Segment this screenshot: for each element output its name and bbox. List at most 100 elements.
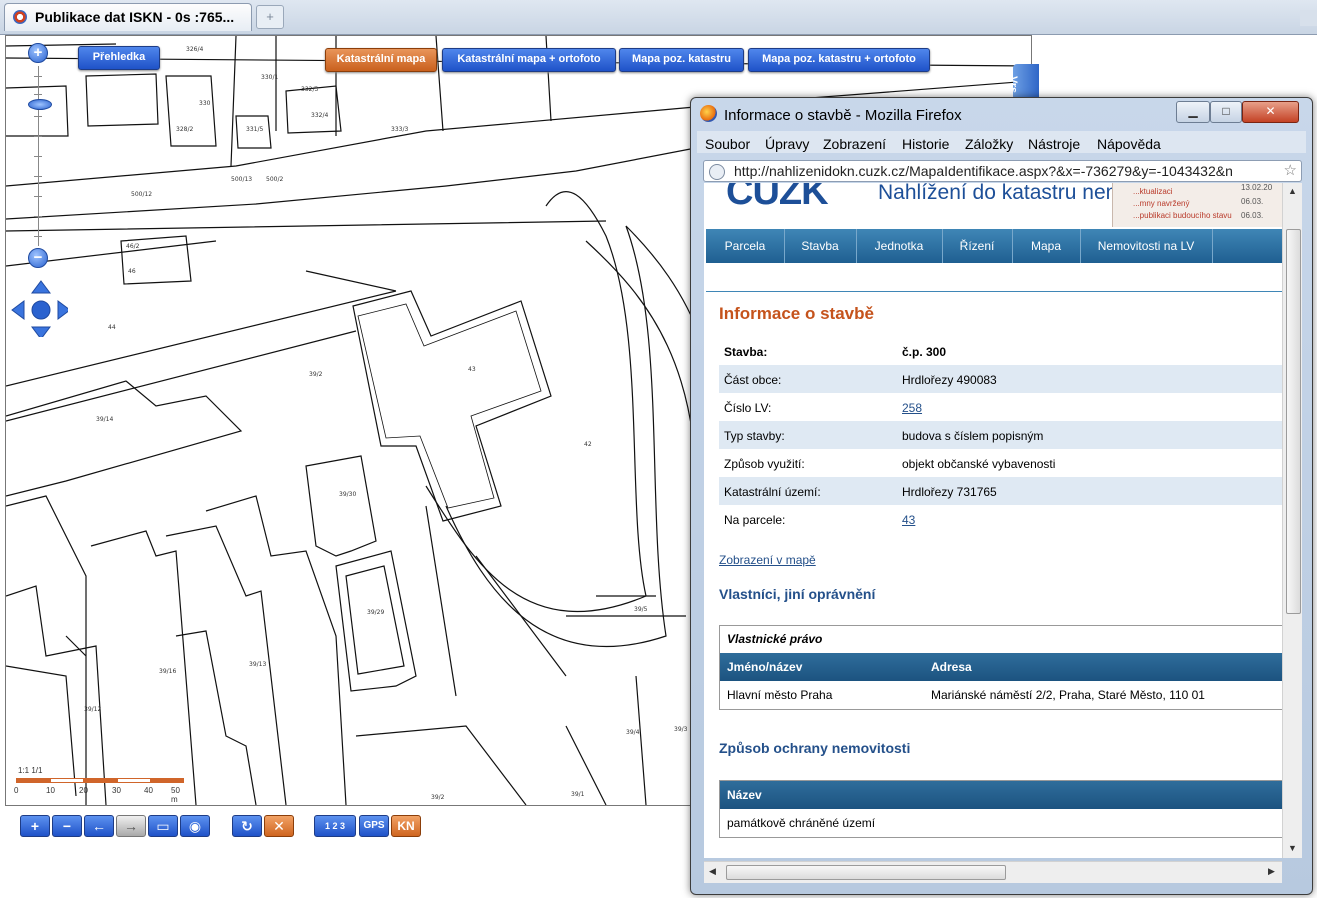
news-item[interactable]: ...publikaci budoucího stavu — [1133, 211, 1232, 220]
nav-rizeni[interactable]: Řízení — [942, 229, 1013, 263]
column-header: Adresa — [931, 660, 972, 674]
full-extent-button[interactable]: ▭ — [148, 815, 178, 837]
cadastral-map-ortho-button[interactable]: Katastrální mapa + ortofoto — [442, 48, 616, 72]
news-item[interactable]: ...mny navržený — [1133, 199, 1189, 208]
parcel-label: 43 — [468, 366, 476, 373]
table-row: Typ stavby: budova s číslem popisným — [719, 421, 1282, 449]
parcel-label: 39/4 — [626, 729, 640, 736]
gps-button[interactable]: GPS — [359, 815, 389, 837]
menu-tools[interactable]: Nástroje — [1028, 136, 1080, 152]
kn-button[interactable]: KN — [391, 815, 421, 837]
nav-mapa[interactable]: Mapa — [1012, 229, 1081, 263]
parcel-label: 500/13 — [231, 176, 253, 183]
parcel-label: 328/2 — [176, 126, 194, 133]
menu-file[interactable]: Soubor — [705, 136, 750, 152]
news-item[interactable]: ...ktualizaci — [1133, 187, 1173, 196]
column-header: Název — [727, 788, 762, 802]
close-button[interactable]: ✕ — [1242, 101, 1299, 123]
back-arrow-button[interactable]: ← — [84, 815, 114, 837]
nav-stavba[interactable]: Stavba — [784, 229, 857, 263]
cadastral-map-button[interactable]: Katastrální mapa — [325, 48, 437, 72]
zoom-slider-handle[interactable] — [28, 99, 52, 110]
menu-bookmarks[interactable]: Záložky — [965, 136, 1013, 152]
owner-name: Hlavní město Praha — [727, 688, 833, 702]
browser-tab[interactable]: Publikace dat ISKN - 0s :765... — [4, 3, 252, 31]
parcel-label: 330 — [199, 100, 211, 107]
info-button[interactable]: ◉ — [180, 815, 210, 837]
zoom-in-button[interactable]: + — [28, 43, 48, 63]
table-row: Na parcele: 43 — [719, 505, 1282, 533]
cuzk-logo[interactable]: ČÚZK — [726, 183, 829, 214]
nav-nemovitosti-na-lv[interactable]: Nemovitosti na LV — [1080, 229, 1213, 263]
parcel-label: 500/12 — [131, 191, 153, 198]
table-row: Katastrální území: Hrdlořezy 731765 — [719, 477, 1282, 505]
detail-value: objekt občanské vybavenosti — [902, 457, 1056, 471]
lv-number-link[interactable]: 258 — [902, 401, 922, 415]
parcel-link[interactable]: 43 — [902, 513, 915, 527]
minimize-button[interactable]: ▁ — [1176, 101, 1210, 123]
overview-button[interactable]: Přehledka — [78, 46, 160, 70]
news-date: 06.03. — [1241, 197, 1264, 206]
parcel-label: 39/30 — [339, 491, 357, 498]
scroll-left-icon[interactable]: ◀ — [709, 866, 716, 877]
scale-tick-label: 50 m — [171, 786, 180, 804]
map-toolbar: + − ← → ▭ ◉ ↻ ✕ 1 2 3 GPS KN — [18, 815, 428, 837]
detail-label: Katastrální území: — [724, 485, 821, 499]
scale-tick-label: 0 — [14, 786, 19, 795]
url-text[interactable]: http://nahlizenidokn.cuzk.cz/MapaIdentif… — [734, 163, 1274, 179]
land-register-map-ortho-button[interactable]: Mapa poz. katastru + ortofoto — [748, 48, 930, 72]
pan-left-icon — [11, 300, 25, 320]
parcel-label: 500/2 — [266, 176, 284, 183]
menu-help[interactable]: Nápověda — [1097, 136, 1161, 152]
site-identity-icon[interactable] — [709, 164, 725, 180]
zoom-out-button[interactable]: − — [28, 248, 48, 268]
menu-view[interactable]: Zobrazení — [823, 136, 886, 152]
menu-edit[interactable]: Úpravy — [765, 136, 809, 152]
news-panel: ...ktualizaci 13.02.20 ...mny navržený 0… — [1112, 183, 1282, 227]
new-tab-button[interactable]: + — [256, 5, 284, 29]
forward-arrow-button[interactable]: → — [116, 815, 146, 837]
scroll-up-icon[interactable]: ▲ — [1288, 186, 1297, 196]
detail-value: Hrdlořezy 731765 — [902, 485, 997, 499]
detail-value: budova s číslem popisným — [902, 429, 1044, 443]
scroll-right-icon[interactable]: ▶ — [1268, 866, 1275, 877]
table-caption: Vlastnické právo — [727, 632, 823, 646]
table-row: Hlavní město Praha Mariánské náměstí 2/2… — [720, 681, 1282, 709]
window-titlebar[interactable]: Informace o stavbě - Mozilla Firefox ▁ □… — [691, 98, 1312, 129]
vertical-scrollbar[interactable]: ▲ ▼ — [1282, 183, 1302, 858]
toolbar-zoom-out-button[interactable]: − — [52, 815, 82, 837]
land-register-map-button[interactable]: Mapa poz. katastru — [619, 48, 744, 72]
table-row: Způsob využití: objekt občanské vybaveno… — [719, 449, 1282, 477]
vertical-scroll-thumb[interactable] — [1286, 229, 1301, 614]
scale-ratio: 1:1 1/1 — [18, 766, 43, 775]
parcel-label: 39/2 — [309, 371, 323, 378]
detail-label: Způsob využití: — [724, 457, 805, 471]
menu-bar: Soubor Úpravy Zobrazení Historie Záložky… — [697, 131, 1306, 153]
parcel-label: 44 — [108, 324, 116, 331]
address-bar[interactable]: http://nahlizenidokn.cuzk.cz/MapaIdentif… — [703, 160, 1302, 182]
detail-label: Část obce: — [724, 373, 782, 387]
nav-parcela[interactable]: Parcela — [706, 229, 785, 263]
horizontal-scrollbar[interactable]: ◀ ▶ — [704, 861, 1282, 883]
parcel-label: 46 — [128, 268, 136, 275]
maximize-button[interactable]: □ — [1210, 101, 1242, 123]
nav-jednotka[interactable]: Jednotka — [856, 229, 943, 263]
firefox-popup-window: Informace o stavbě - Mozilla Firefox ▁ □… — [690, 97, 1313, 895]
detail-label: Na parcele: — [724, 513, 786, 527]
parcel-label: 330/1 — [261, 74, 279, 81]
horizontal-scroll-thumb[interactable] — [726, 865, 1006, 880]
toolbar-zoom-in-button[interactable]: + — [20, 815, 50, 837]
window-title: Informace o stavbě - Mozilla Firefox — [724, 107, 962, 124]
refresh-button[interactable]: ↻ — [232, 815, 262, 837]
parcel-label: 39/13 — [249, 661, 267, 668]
scale-tick-label: 20 — [79, 786, 88, 795]
bookmark-star-icon[interactable]: ☆ — [1284, 161, 1297, 179]
numbering-button[interactable]: 1 2 3 — [314, 815, 356, 837]
pan-control[interactable] — [10, 279, 68, 337]
clear-button[interactable]: ✕ — [264, 815, 294, 837]
scroll-down-icon[interactable]: ▼ — [1288, 843, 1297, 853]
page-content: ČÚZK Nahlížení do katastru nemovitostí .… — [704, 183, 1282, 858]
table-header: Název — [720, 781, 1282, 809]
menu-history[interactable]: Historie — [902, 136, 949, 152]
show-in-map-link[interactable]: Zobrazení v mapě — [719, 553, 816, 567]
